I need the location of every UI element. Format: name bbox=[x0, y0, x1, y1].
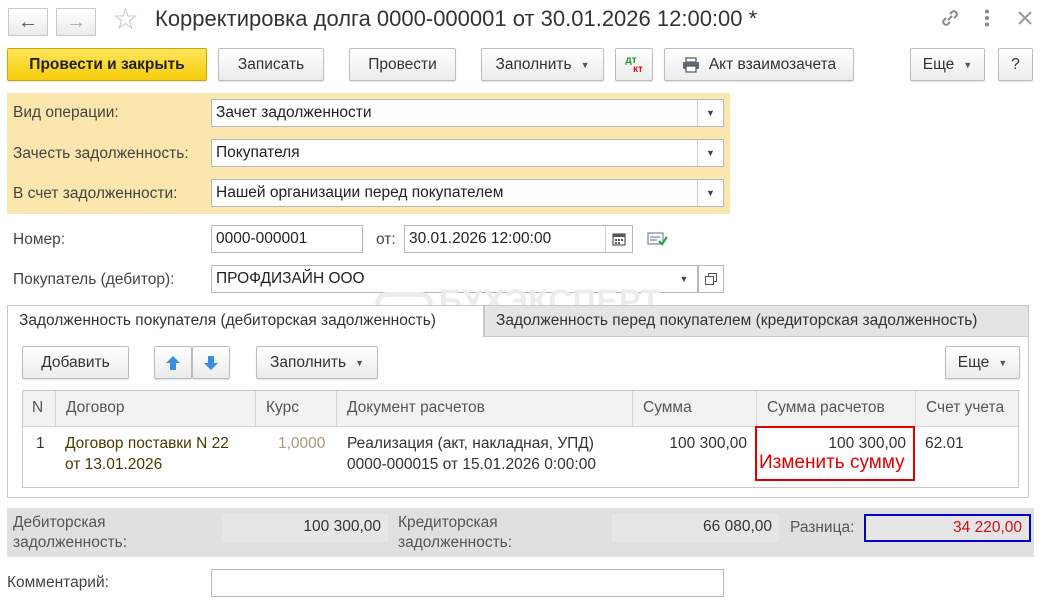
offset-debt-select[interactable]: Покупателя ▼ bbox=[211, 139, 724, 167]
fill-label: Заполнить bbox=[495, 55, 572, 73]
offset-act-label: Акт взаимозачета bbox=[708, 55, 837, 73]
number-label: Номер: bbox=[13, 231, 66, 248]
rate-cell: 1,0000 bbox=[278, 435, 326, 452]
link-icon[interactable] bbox=[939, 7, 961, 34]
date-value: 30.01.2026 12:00:00 bbox=[409, 230, 552, 247]
chevron-down-icon[interactable]: ▼ bbox=[697, 140, 723, 166]
open-buyer-button[interactable] bbox=[698, 265, 724, 293]
table-fill-button[interactable]: Заполнить ▼ bbox=[256, 346, 378, 379]
payable-label: Кредиторская задолженность: bbox=[398, 514, 513, 551]
tab-payables[interactable]: Задолженность перед покупателем (кредито… bbox=[484, 305, 1029, 337]
buyer-value: ПРОФДИЗАЙН ООО bbox=[216, 270, 365, 287]
annotation-text: Изменить сумму bbox=[759, 452, 905, 473]
page-title: Корректировка долга 0000-000001 от 30.01… bbox=[155, 6, 758, 31]
move-down-button[interactable] bbox=[192, 346, 230, 379]
arrow-left-icon: ← bbox=[18, 10, 38, 33]
contract-line2: от 13.01.2026 bbox=[65, 456, 163, 473]
document-line2: 0000-000015 от 15.01.2026 0:00:00 bbox=[347, 456, 596, 473]
column-header-n[interactable]: N bbox=[23, 391, 56, 427]
date-label: от: bbox=[376, 231, 396, 248]
more-button[interactable]: Еще ▼ bbox=[910, 48, 985, 81]
arrow-down-icon bbox=[204, 355, 218, 370]
difference-label: Разница: bbox=[790, 519, 855, 536]
column-header-amount[interactable]: Сумма bbox=[633, 391, 757, 427]
comment-label: Комментарий: bbox=[7, 574, 109, 591]
document-line1: Реализация (акт, накладная, УПД) bbox=[347, 435, 594, 452]
table-fill-label: Заполнить bbox=[269, 353, 347, 371]
post-and-close-button[interactable]: Провести и закрыть bbox=[7, 48, 207, 81]
payable-value: 66 080,00 bbox=[612, 514, 779, 542]
save-button[interactable]: Записать bbox=[218, 48, 324, 81]
forward-button[interactable]: → bbox=[56, 8, 96, 36]
printer-icon bbox=[682, 56, 699, 73]
arrow-up-icon bbox=[166, 355, 180, 370]
document-cell[interactable]: Реализация (акт, накладная, УПД) 0000-00… bbox=[347, 433, 596, 475]
chevron-down-icon: ▼ bbox=[963, 59, 973, 70]
against-debt-value: Нашей организации перед покупателем bbox=[216, 184, 504, 201]
add-row-button[interactable]: Добавить bbox=[22, 346, 129, 379]
column-header-settlement-amount[interactable]: Сумма расчетов bbox=[757, 391, 916, 427]
against-debt-select[interactable]: Нашей организации перед покупателем ▼ bbox=[211, 179, 724, 207]
dt-kt-button[interactable]: дт кт bbox=[615, 48, 653, 81]
difference-value: 34 220,00 bbox=[864, 514, 1031, 542]
operation-type-select[interactable]: Зачет задолженности ▼ bbox=[211, 99, 724, 127]
buyer-select[interactable]: ПРОФДИЗАЙН ООО ▼ bbox=[211, 265, 698, 293]
against-debt-label: В счет задолженности: bbox=[13, 185, 178, 202]
row-number: 1 bbox=[36, 435, 45, 452]
operation-type-label: Вид операции: bbox=[13, 104, 119, 121]
buyer-label: Покупатель (дебитор): bbox=[13, 271, 175, 288]
comment-input[interactable] bbox=[211, 569, 724, 597]
offset-debt-label: Зачесть задолженность: bbox=[13, 145, 189, 162]
offset-debt-value: Покупателя bbox=[216, 144, 300, 161]
table-more-button[interactable]: Еще ▼ bbox=[945, 346, 1020, 379]
offset-act-button[interactable]: Акт взаимозачета bbox=[664, 48, 854, 81]
receivable-value: 100 300,00 bbox=[222, 514, 388, 542]
number-input[interactable]: 0000-000001 bbox=[211, 225, 363, 253]
receivable-label: Дебиторская задолженность: bbox=[13, 514, 128, 551]
check-doc-icon[interactable] bbox=[647, 230, 669, 253]
chevron-down-icon: ▼ bbox=[580, 59, 590, 70]
column-header-account[interactable]: Счет учета bbox=[916, 391, 1018, 427]
column-header-contract[interactable]: Договор bbox=[56, 391, 256, 427]
calendar-icon[interactable] bbox=[605, 226, 632, 252]
star-icon[interactable]: ☆ bbox=[112, 4, 139, 36]
move-up-button[interactable] bbox=[154, 346, 192, 379]
chevron-down-icon[interactable]: ▼ bbox=[697, 100, 723, 126]
arrow-right-icon: → bbox=[66, 10, 86, 33]
table-more-label: Еще bbox=[957, 353, 990, 371]
fill-dropdown-button[interactable]: Заполнить ▼ bbox=[481, 48, 604, 81]
chevron-down-icon[interactable]: ▼ bbox=[671, 266, 697, 292]
tab-receivables[interactable]: Задолженность покупателя (дебиторская за… bbox=[7, 305, 484, 337]
chevron-down-icon[interactable]: ▼ bbox=[697, 180, 723, 206]
help-button[interactable]: ? bbox=[998, 48, 1033, 81]
account-cell[interactable]: 62.01 bbox=[925, 433, 964, 454]
date-input[interactable]: 30.01.2026 12:00:00 bbox=[404, 225, 633, 253]
column-header-document[interactable]: Документ расчетов bbox=[337, 391, 633, 427]
post-button[interactable]: Провести bbox=[349, 48, 456, 81]
amount-cell[interactable]: 100 300,00 bbox=[633, 433, 747, 454]
chevron-down-icon: ▼ bbox=[998, 357, 1008, 368]
more-label: Еще bbox=[922, 55, 955, 73]
open-card-icon bbox=[705, 273, 717, 285]
kebab-icon[interactable] bbox=[984, 9, 990, 32]
kt-icon: кт bbox=[633, 63, 643, 75]
close-icon[interactable] bbox=[1017, 10, 1033, 31]
column-header-rate[interactable]: Курс bbox=[256, 391, 337, 427]
chevron-down-icon: ▼ bbox=[355, 357, 364, 368]
back-button[interactable]: ← bbox=[8, 8, 48, 36]
contract-line1: Договор поставки N 22 bbox=[65, 435, 229, 452]
contract-cell[interactable]: Договор поставки N 22 от 13.01.2026 bbox=[65, 433, 229, 475]
number-value: 0000-000001 bbox=[216, 230, 308, 247]
operation-type-value: Зачет задолженности bbox=[216, 104, 372, 121]
